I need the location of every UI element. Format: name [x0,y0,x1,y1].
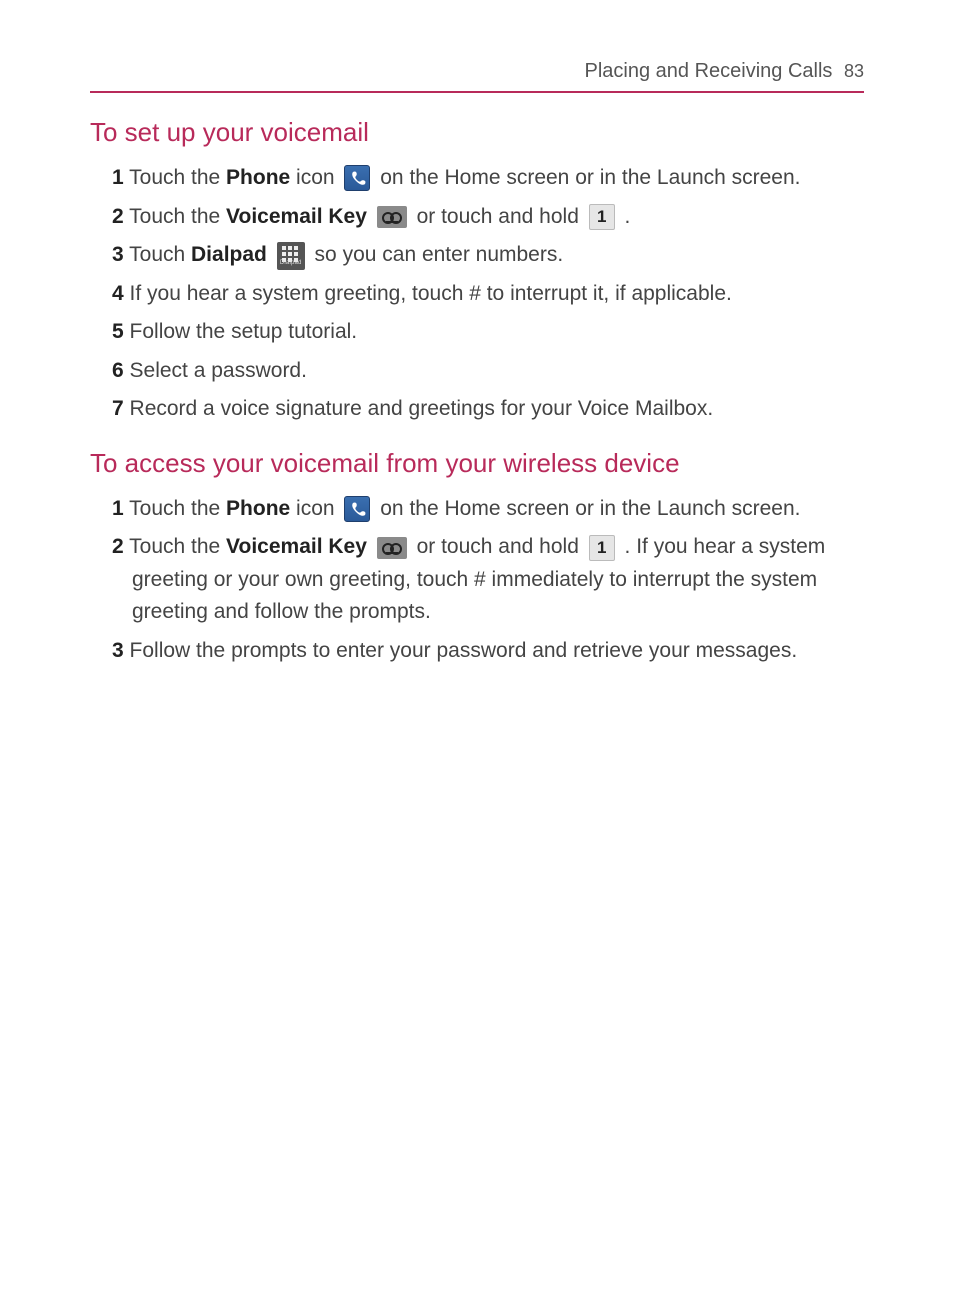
step-number: 2 [112,535,124,558]
step-number: 1 [112,166,124,189]
step-number: 4 [112,282,124,305]
keypad-1-icon: 1 [589,204,615,230]
step-number: 7 [112,397,124,420]
phone-icon [344,496,370,522]
voicemail-key-icon [377,206,407,228]
instruction-step: 2 Touch the Voicemail Key or touch and h… [112,531,864,629]
step-number: 3 [112,243,124,266]
instruction-step: 3 Touch Dialpad Dialpad so you can enter… [112,239,864,272]
voicemail-key-icon [377,537,407,559]
section-heading: To set up your voicemail [90,117,864,148]
keypad-1-icon: 1 [589,535,615,561]
emphasis: Voicemail Key [226,205,367,228]
step-number: 5 [112,320,124,343]
chapter-title: Placing and Receiving Calls [584,60,832,82]
page-body: To set up your voicemail 1 Touch the Phon… [90,117,864,668]
emphasis: Phone [226,166,290,189]
step-number: 1 [112,497,124,520]
emphasis: Phone [226,497,290,520]
section-heading: To access your voicemail from your wirel… [90,448,864,479]
phone-icon [344,165,370,191]
instruction-step: 6 Select a password. [112,355,864,388]
page-number: 83 [844,61,864,81]
instruction-step: 2 Touch the Voicemail Key or touch and h… [112,201,864,234]
instruction-step: 1 Touch the Phone icon on the Home scree… [112,493,864,526]
instruction-step: 1 Touch the Phone icon on the Home scree… [112,162,864,195]
step-number: 6 [112,359,124,382]
instruction-step: 5 Follow the setup tutorial. [112,316,864,349]
page-header: Placing and Receiving Calls 83 [90,60,864,93]
emphasis: Dialpad [191,243,267,266]
emphasis: Voicemail Key [226,535,367,558]
instruction-step: 7 Record a voice signature and greetings… [112,393,864,426]
manual-page: Placing and Receiving Calls 83 To set up… [0,0,954,734]
step-number: 2 [112,205,124,228]
instruction-step: 3 Follow the prompts to enter your passw… [112,635,864,668]
dialpad-icon: Dialpad [277,242,305,270]
step-number: 3 [112,639,124,662]
instruction-step: 4 If you hear a system greeting, touch #… [112,278,864,311]
